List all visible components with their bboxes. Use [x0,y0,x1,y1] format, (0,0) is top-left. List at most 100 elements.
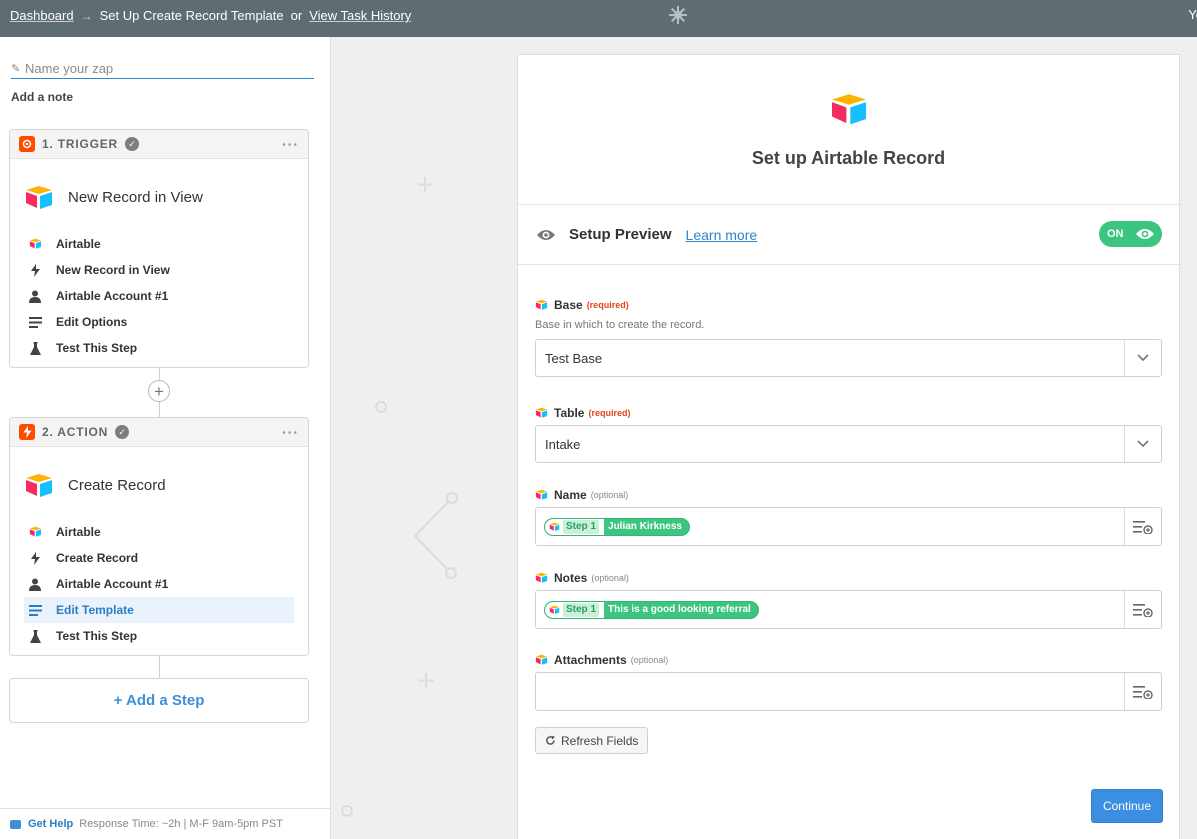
eye-icon [1135,229,1154,239]
decoration-circle-icon [341,805,353,817]
notes-input[interactable]: Step 1 This is a good looking referral [535,590,1162,629]
airtable-icon [535,489,548,500]
trigger-item-options[interactable]: Edit Options [24,309,294,335]
token-value: Julian Kirkness [608,521,682,532]
airtable-icon [27,524,43,540]
attachments-input[interactable] [535,672,1162,711]
insert-step-button[interactable]: + [148,380,170,402]
check-icon: ✓ [125,137,140,151]
trigger-item-account[interactable]: Airtable Account #1 [24,283,294,309]
action-title: Create Record [68,477,166,494]
decoration-plus-icon: + [415,170,435,198]
optional-tag: (optional) [590,490,629,500]
field-label: Name (optional) [535,487,1162,503]
menu-item-label: Airtable Account #1 [56,577,169,591]
field-label: Notes (optional) [535,570,1162,586]
airtable-logo-icon [832,94,866,125]
notes-field: Notes (optional) Step 1 This is a good l… [535,570,1162,629]
airtable-icon [27,236,43,252]
flask-icon [27,628,43,644]
setup-preview-label: Setup Preview [569,226,672,243]
user-menu[interactable]: Yo [1188,7,1197,22]
view-task-history-link[interactable]: View Task History [309,8,411,23]
more-options-icon[interactable]: ··· [282,136,299,152]
eye-icon [537,229,555,240]
page-title: Set Up Create Record Template [99,8,284,23]
zap-name-input[interactable] [25,61,305,76]
chat-icon [10,819,21,829]
required-tag: (required) [588,408,631,418]
sidebar: ✎ Add a note 1. TRIGGER ✓ ··· New Record… [0,37,331,839]
chevron-down-icon[interactable] [1124,340,1161,376]
connector-line [159,402,160,417]
airtable-icon [535,572,548,583]
decoration-plus-icon: + [416,666,436,694]
menu-item-label: Airtable [56,237,101,251]
list-icon [27,602,43,618]
dashboard-link[interactable]: Dashboard [10,8,74,23]
field-token[interactable]: Step 1 Julian Kirkness [544,517,690,536]
bolt-icon [27,262,43,278]
trigger-card-header[interactable]: 1. TRIGGER ✓ ··· [10,130,308,159]
trigger-item-airtable[interactable]: Airtable [24,231,294,257]
connector-line [159,368,160,380]
continue-button[interactable]: Continue [1091,789,1163,823]
trigger-item-event[interactable]: New Record in View [24,257,294,283]
action-item-account[interactable]: Airtable Account #1 [24,571,294,597]
action-item-template[interactable]: Edit Template [24,597,294,623]
table-value: Intake [545,436,581,452]
check-icon: ✓ [115,425,130,439]
action-item-event[interactable]: Create Record [24,545,294,571]
menu-item-label: Test This Step [56,341,138,355]
airtable-icon [535,299,548,310]
trigger-card: 1. TRIGGER ✓ ··· New Record in View Airt… [9,129,309,368]
base-field: Base (required) Base in which to create … [535,297,1162,377]
field-token[interactable]: Step 1 This is a good looking referral [544,600,759,619]
airtable-icon [549,522,560,531]
preview-toggle[interactable]: ON [1099,221,1162,247]
add-step-button[interactable]: + Add a Step [9,678,309,723]
token-step: Step 1 [563,519,600,534]
trigger-app-icon [19,136,35,152]
notes-label: Notes [554,571,588,585]
airtable-logo-icon [26,185,52,209]
insert-field-icon[interactable] [1124,591,1161,628]
menu-item-label: New Record in View [56,263,170,277]
learn-more-link[interactable]: Learn more [686,227,758,243]
field-label: Attachments (optional) [535,652,1162,668]
connector-line [159,656,160,678]
trigger-item-test[interactable]: Test This Step [24,335,294,361]
table-select[interactable]: Intake [535,425,1162,463]
action-card-header[interactable]: 2. ACTION ✓ ··· [10,418,308,447]
refresh-fields-button[interactable]: Refresh Fields [535,727,649,754]
insert-field-icon[interactable] [1124,508,1161,545]
panel-header: Set up Airtable Record [518,55,1179,205]
insert-field-icon[interactable] [1124,673,1161,710]
zapier-logo-icon[interactable] [668,5,688,25]
action-title-row: Create Record [10,447,308,507]
user-icon [27,576,43,592]
airtable-logo-icon [26,473,52,497]
menu-item-label: Test This Step [56,629,138,643]
chevron-down-icon[interactable] [1124,426,1161,462]
flask-icon [27,340,43,356]
trigger-step-label: 1. TRIGGER [42,137,119,151]
action-menu: Airtable Create Record Airtable Account … [10,507,308,649]
name-input[interactable]: Step 1 Julian Kirkness [535,507,1162,546]
action-item-test[interactable]: Test This Step [24,623,294,649]
get-help-link[interactable]: Get Help [28,818,73,830]
decoration-share-icon [414,492,458,579]
attachments-field: Attachments (optional) [535,652,1162,711]
top-bar: Dashboard → Set Up Create Record Templat… [0,0,1197,37]
menu-item-label: Edit Options [56,315,128,329]
name-label: Name [554,488,587,502]
base-select[interactable]: Test Base [535,339,1162,377]
more-options-icon[interactable]: ··· [282,424,299,440]
base-help-text: Base in which to create the record. [535,319,705,331]
airtable-icon [535,407,548,418]
add-note-link[interactable]: Add a note [11,90,73,104]
action-item-airtable[interactable]: Airtable [24,519,294,545]
name-field: Name (optional) Step 1 Julian Kirkness [535,487,1162,546]
menu-item-label: Edit Template [56,603,134,617]
token-step: Step 1 [563,602,600,617]
